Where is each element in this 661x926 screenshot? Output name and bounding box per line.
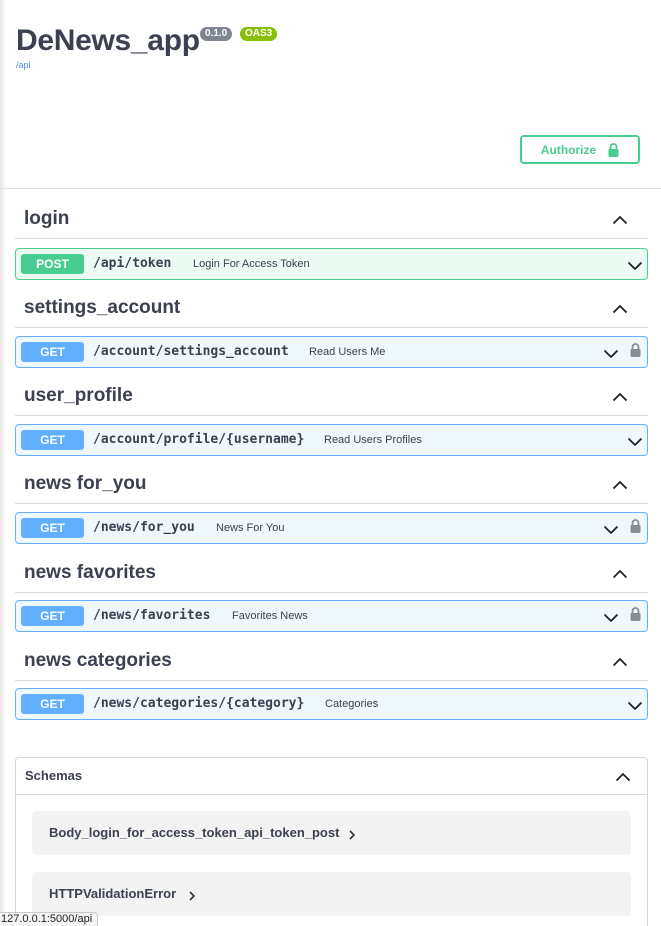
chevron-up-icon[interactable]: [612, 389, 628, 407]
operation-summary: Read Users Me: [309, 346, 386, 358]
operation-path: /account/settings_account: [93, 344, 289, 359]
chevron-down-icon[interactable]: [627, 258, 643, 276]
http-method-badge: GET: [21, 518, 84, 538]
authorize-button[interactable]: Authorize: [520, 135, 640, 164]
schema-model[interactable]: HTTPValidationError: [32, 872, 631, 916]
authorize-label: Authorize: [540, 142, 597, 157]
schema-model-name: Body_login_for_access_token_api_token_po…: [49, 825, 340, 840]
tag-section-header[interactable]: login: [15, 204, 648, 239]
operation-path: /news/for_you: [93, 520, 195, 535]
operation-summary: Favorites News: [232, 610, 308, 622]
chevron-down-icon[interactable]: [603, 610, 619, 628]
version-badge: 0.1.0: [200, 27, 233, 41]
operation-get-row[interactable]: GET/news/favorites Favorites News: [15, 600, 648, 632]
api-title: DeNews_app: [16, 24, 200, 57]
oas-badge: OAS3: [240, 27, 278, 41]
chevron-up-icon[interactable]: [612, 654, 628, 672]
chevron-down-icon[interactable]: [603, 522, 619, 540]
operation-get-row[interactable]: GET/news/categories/{category} Categories: [15, 688, 648, 720]
chevron-right-icon: [189, 888, 196, 906]
schemas-title: Schemas: [25, 768, 83, 783]
schemas-header[interactable]: Schemas: [16, 758, 647, 795]
tag-name: news favorites: [24, 562, 156, 583]
chevron-down-icon[interactable]: [627, 434, 643, 452]
status-bar-url: 127.0.0.1:5000/api: [0, 912, 99, 926]
operation-get-row[interactable]: GET/account/profile/{username} Read Users…: [15, 424, 648, 456]
operation-summary: Read Users Profiles: [324, 434, 422, 446]
operation-path: /account/profile/{username}: [93, 432, 305, 447]
operation-path: /news/favorites: [93, 608, 211, 623]
tag-name: user_profile: [24, 385, 133, 406]
tag-section-header[interactable]: settings_account: [15, 293, 648, 328]
chevron-up-icon[interactable]: [615, 769, 631, 787]
http-method-badge: POST: [21, 254, 84, 274]
operation-summary: Categories: [325, 698, 379, 710]
header-divider: [0, 188, 661, 189]
tag-name: news for_you: [24, 473, 147, 494]
http-method-badge: GET: [21, 342, 84, 362]
chevron-down-icon[interactable]: [603, 346, 619, 364]
chevron-up-icon[interactable]: [612, 477, 628, 495]
operation-get-row[interactable]: GET/account/settings_account Read Users M…: [15, 336, 648, 368]
tag-section-header[interactable]: news categories: [15, 646, 648, 681]
chevron-up-icon[interactable]: [612, 566, 628, 584]
operation-path: /news/categories/{category}: [93, 696, 305, 711]
tag-name: news categories: [24, 650, 172, 671]
lock-icon: [608, 142, 619, 157]
lock-icon[interactable]: [630, 607, 641, 626]
http-method-badge: GET: [21, 606, 84, 626]
operation-path: /api/token: [93, 256, 172, 271]
api-info: DeNews_app 0.1.0 OAS3: [16, 24, 278, 58]
lock-icon[interactable]: [630, 519, 641, 538]
operation-summary: Login For Access Token: [193, 258, 310, 270]
base-url-link[interactable]: /api: [16, 60, 31, 70]
http-method-badge: GET: [21, 694, 84, 714]
lock-icon[interactable]: [630, 343, 641, 362]
chevron-right-icon: [349, 827, 356, 845]
tag-section-header[interactable]: news for_you: [15, 469, 648, 504]
window-edge-shadow: [0, 0, 6, 926]
chevron-up-icon[interactable]: [612, 301, 628, 319]
operation-post-row[interactable]: POST/api/token Login For Access Token: [15, 248, 648, 280]
operation-summary: News For You: [216, 522, 285, 534]
tag-section-header[interactable]: user_profile: [15, 381, 648, 416]
chevron-up-icon[interactable]: [612, 212, 628, 230]
tag-section-header[interactable]: news favorites: [15, 558, 648, 593]
tag-name: login: [24, 208, 70, 229]
tag-name: settings_account: [24, 297, 181, 318]
schema-model-name: HTTPValidationError: [49, 886, 177, 901]
http-method-badge: GET: [21, 430, 84, 450]
operation-get-row[interactable]: GET/news/for_you News For You: [15, 512, 648, 544]
chevron-down-icon[interactable]: [627, 698, 643, 716]
schemas-section: Schemas Body_login_for_access_token_api_…: [15, 757, 648, 926]
schema-model[interactable]: Body_login_for_access_token_api_token_po…: [32, 811, 631, 855]
